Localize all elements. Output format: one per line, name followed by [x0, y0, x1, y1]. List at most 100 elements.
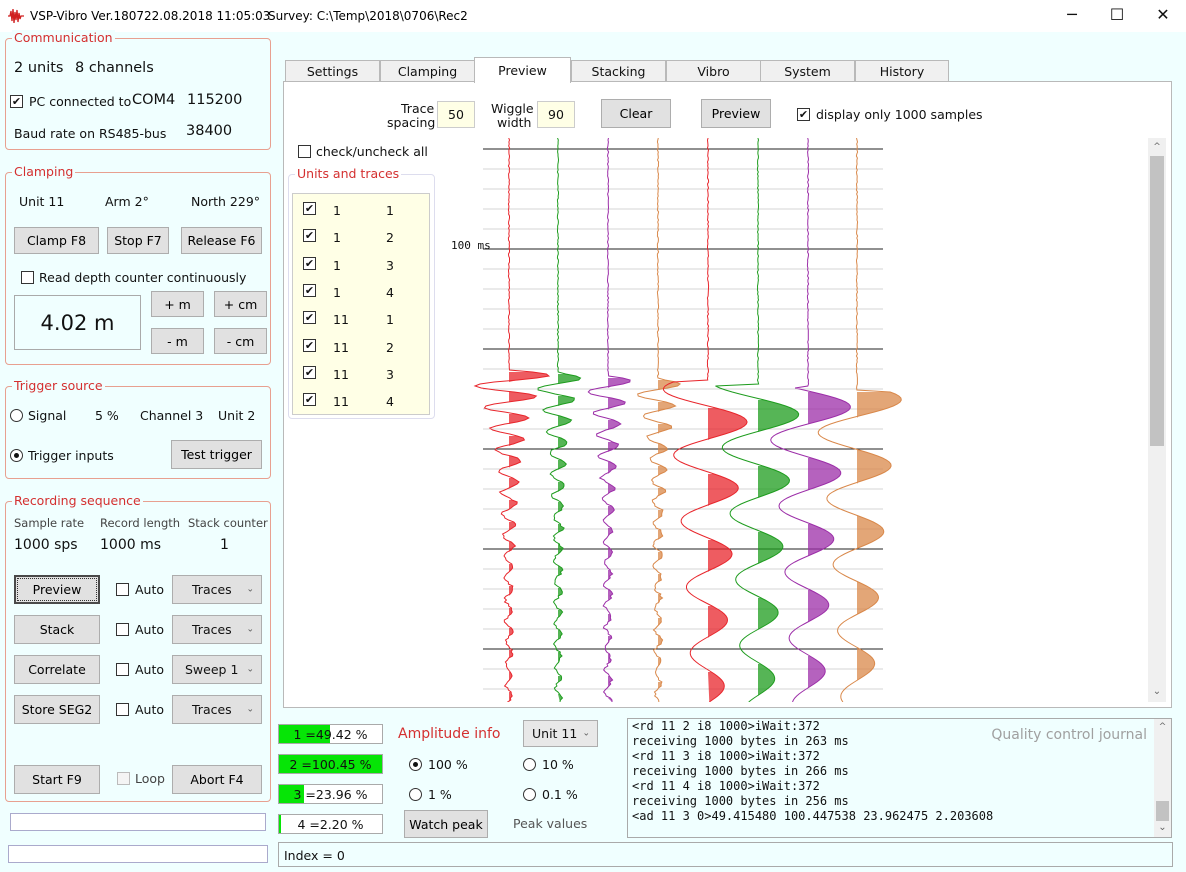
trace-checkbox[interactable]	[303, 393, 316, 407]
clear-button[interactable]: Clear	[601, 99, 671, 128]
tab-vibro[interactable]: Vibro	[666, 60, 761, 82]
status-bar-1	[10, 813, 266, 831]
status-line: Index = 0	[278, 842, 1173, 867]
peak-values-label: Peak values	[513, 816, 588, 831]
journal-line: <rd 11 3 i8 1000>iWait:372	[632, 749, 820, 763]
scroll-down-icon[interactable]: ⌄	[1148, 684, 1166, 702]
close-button[interactable]: ✕	[1140, 0, 1186, 30]
clamp-button[interactable]: Clamp F8	[14, 227, 99, 254]
preview-button[interactable]: Preview	[701, 99, 771, 128]
stack-auto-checkbox[interactable]	[116, 623, 129, 636]
trace-number: 1	[386, 203, 394, 218]
release-button[interactable]: Release F6	[181, 227, 262, 254]
minus-m-button[interactable]: - m	[151, 328, 204, 354]
signal-percent: 5 %	[95, 408, 119, 423]
check-all-checkbox[interactable]	[298, 145, 311, 158]
com-port: COM4	[132, 92, 176, 108]
tab-preview[interactable]: Preview	[474, 57, 571, 83]
amp-100-radio[interactable]	[409, 758, 422, 771]
amp-10-radio[interactable]	[523, 758, 536, 771]
stack-traces-dropdown[interactable]: Traces ⌄	[172, 615, 262, 644]
signal-radio[interactable]	[10, 409, 23, 422]
trigger-inputs-radio[interactable]	[10, 449, 23, 462]
stack-traces-value: Traces	[192, 622, 232, 637]
quality-control-journal[interactable]: <rd 11 2 i8 1000>iWait:372 receiving 1000…	[627, 718, 1172, 838]
stack-auto-label: Auto	[135, 622, 165, 637]
chevron-down-icon: ⌄	[246, 704, 254, 714]
channels-count: 8 channels	[75, 60, 154, 76]
trace-spacing-label-2: spacing	[387, 115, 436, 130]
sweep-dropdown[interactable]: Sweep 1 ⌄	[172, 655, 262, 684]
status-bar-2	[8, 845, 268, 863]
store-auto-checkbox[interactable]	[116, 703, 129, 716]
trace-checkbox[interactable]	[303, 256, 316, 270]
minimize-button[interactable]: ─	[1049, 0, 1095, 30]
depth-display: 4.02 m	[14, 295, 141, 350]
trace-checkbox[interactable]	[303, 202, 316, 215]
preview-traces-dropdown[interactable]: Traces ⌄	[172, 575, 262, 604]
maximize-button[interactable]: ☐	[1094, 0, 1140, 30]
amplitude-bar-4: 4 =2.20 %	[278, 814, 383, 834]
stack-button[interactable]: Stack	[14, 615, 100, 644]
recording-title: Recording sequence	[12, 493, 143, 508]
units-traces-title: Units and traces	[295, 166, 402, 181]
plus-m-button[interactable]: + m	[151, 291, 204, 317]
trace-fill	[708, 408, 748, 702]
amp-1-radio[interactable]	[409, 788, 422, 801]
loop-checkbox[interactable]	[117, 772, 130, 785]
trace-checkbox[interactable]	[303, 229, 316, 243]
tab-clamping[interactable]: Clamping	[380, 60, 475, 82]
display-only-checkbox[interactable]	[797, 108, 810, 121]
time-label: 100 ms	[451, 239, 491, 252]
index-status: Index = 0	[284, 848, 345, 863]
read-depth-checkbox[interactable]	[21, 271, 34, 284]
trace-unit: 11	[333, 312, 349, 328]
trigger-inputs-label: Trigger inputs	[28, 448, 114, 463]
scroll-down-icon[interactable]: ⌄	[1154, 820, 1171, 837]
plot-scrollbar[interactable]: ^ ⌄	[1148, 138, 1166, 702]
tab-system[interactable]: System	[760, 60, 855, 82]
trace-fill	[808, 392, 851, 688]
scroll-up-icon[interactable]: ^	[1154, 719, 1171, 736]
sample-rate-label: Sample rate	[14, 516, 85, 530]
stack-counter-label: Stack counter	[188, 516, 268, 530]
correlate-button[interactable]: Correlate	[14, 655, 100, 684]
loop-label: Loop	[135, 771, 165, 786]
clamp-unit: Unit 11	[19, 194, 65, 209]
unit-dropdown[interactable]: Unit 11 ⌄	[523, 720, 598, 747]
abort-button[interactable]: Abort F4	[172, 765, 262, 794]
trace-checkbox[interactable]	[303, 311, 316, 325]
preview-auto-checkbox[interactable]	[116, 583, 129, 596]
tab-settings[interactable]: Settings	[285, 60, 380, 82]
preview-auto-label: Auto	[135, 582, 165, 597]
trace-number: 4	[386, 284, 394, 300]
plus-cm-button[interactable]: + cm	[214, 291, 267, 317]
preview-record-button[interactable]: Preview	[14, 575, 100, 604]
stop-button[interactable]: Stop F7	[107, 227, 169, 254]
start-button[interactable]: Start F9	[14, 765, 100, 794]
trace-unit: 1	[333, 257, 341, 273]
plot-scroll-thumb[interactable]	[1150, 156, 1164, 446]
tab-history[interactable]: History	[855, 60, 949, 82]
amp-10-label: 10 %	[542, 757, 574, 772]
test-trigger-button[interactable]: Test trigger	[171, 440, 262, 469]
communication-title: Communication	[12, 30, 115, 45]
minus-cm-button[interactable]: - cm	[214, 328, 267, 354]
amplitude-text-4: 4 =2.20 %	[297, 817, 364, 832]
trace-spacing-input[interactable]: 50	[437, 101, 475, 128]
trace-checkbox[interactable]	[303, 338, 316, 352]
store-seg2-button[interactable]: Store SEG2	[14, 695, 100, 724]
store-traces-dropdown[interactable]: Traces ⌄	[172, 695, 262, 724]
trace-checkbox[interactable]	[303, 365, 316, 379]
correlate-auto-checkbox[interactable]	[116, 663, 129, 676]
journal-scroll-thumb[interactable]	[1156, 801, 1169, 821]
watch-peak-button[interactable]: Watch peak	[404, 810, 488, 838]
wiggle-width-input[interactable]: 90	[537, 101, 575, 128]
scroll-up-icon[interactable]: ^	[1148, 138, 1166, 156]
trace-checkbox[interactable]	[303, 283, 316, 297]
pc-connected-checkbox[interactable]	[10, 95, 23, 108]
journal-line: receiving 1000 bytes in 266 ms	[632, 764, 849, 778]
amp-01-radio[interactable]	[523, 788, 536, 801]
tab-stacking[interactable]: Stacking	[571, 60, 666, 82]
journal-scrollbar[interactable]: ^ ⌄	[1154, 719, 1171, 837]
